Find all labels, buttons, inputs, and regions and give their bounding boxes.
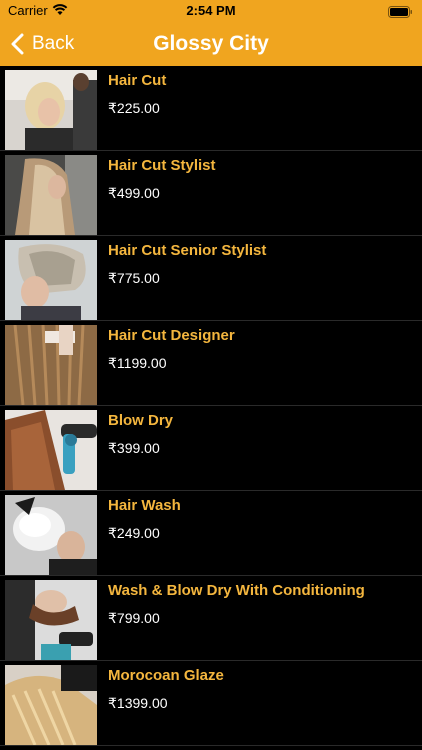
service-photo [5,410,97,490]
service-name: Blow Dry [108,412,174,429]
service-name: Morocoan Glaze [108,667,224,684]
service-name: Hair Cut Designer [108,327,235,344]
service-name: Hair Cut Senior Stylist [108,242,267,259]
service-row[interactable]: Morocoan Glaze ₹1399.00 [0,661,422,746]
chevron-left-icon [11,33,24,55]
status-bar: Carrier 2:54 PM [0,0,422,22]
service-price: ₹499.00 [108,185,160,201]
service-photo [5,325,97,405]
service-price: ₹1399.00 [108,695,168,711]
service-photo [5,155,97,235]
service-name: Hair Cut Stylist [108,157,216,174]
status-time: 2:54 PM [186,3,236,18]
service-photo [5,580,97,660]
service-row[interactable]: Hair Cut Designer ₹1199.00 [0,321,422,406]
service-name: Hair Wash [108,497,181,514]
service-photo [5,70,97,150]
service-row[interactable]: Hair Cut ₹225.00 [0,66,422,151]
service-row[interactable]: Hair Cut Stylist ₹499.00 [0,151,422,236]
service-price: ₹1199.00 [108,355,167,371]
back-label: Back [32,33,75,54]
service-row[interactable]: Hair Wash ₹249.00 [0,491,422,576]
service-row[interactable]: Blow Dry ₹399.00 [0,406,422,491]
service-list: Hair Cut ₹225.00 Hair Cut Stylist ₹499.0… [0,66,422,746]
service-price: ₹799.00 [108,610,160,626]
service-price: ₹225.00 [108,100,160,116]
service-name: Wash & Blow Dry With Conditioning [108,582,365,599]
service-row[interactable]: Wash & Blow Dry With Conditioning ₹799.0… [0,576,422,661]
battery-icon [388,5,412,18]
service-photo [5,495,97,575]
service-row[interactable]: Hair Cut Senior Stylist ₹775.00 [0,236,422,321]
navigation-bar: Glossy City Back [0,22,422,66]
service-photo [5,240,97,320]
service-price: ₹775.00 [108,270,160,286]
service-name: Hair Cut [108,72,167,89]
service-photo [5,665,97,745]
service-price: ₹249.00 [108,525,160,541]
back-button[interactable]: Back [10,30,74,58]
service-price: ₹399.00 [108,440,160,456]
